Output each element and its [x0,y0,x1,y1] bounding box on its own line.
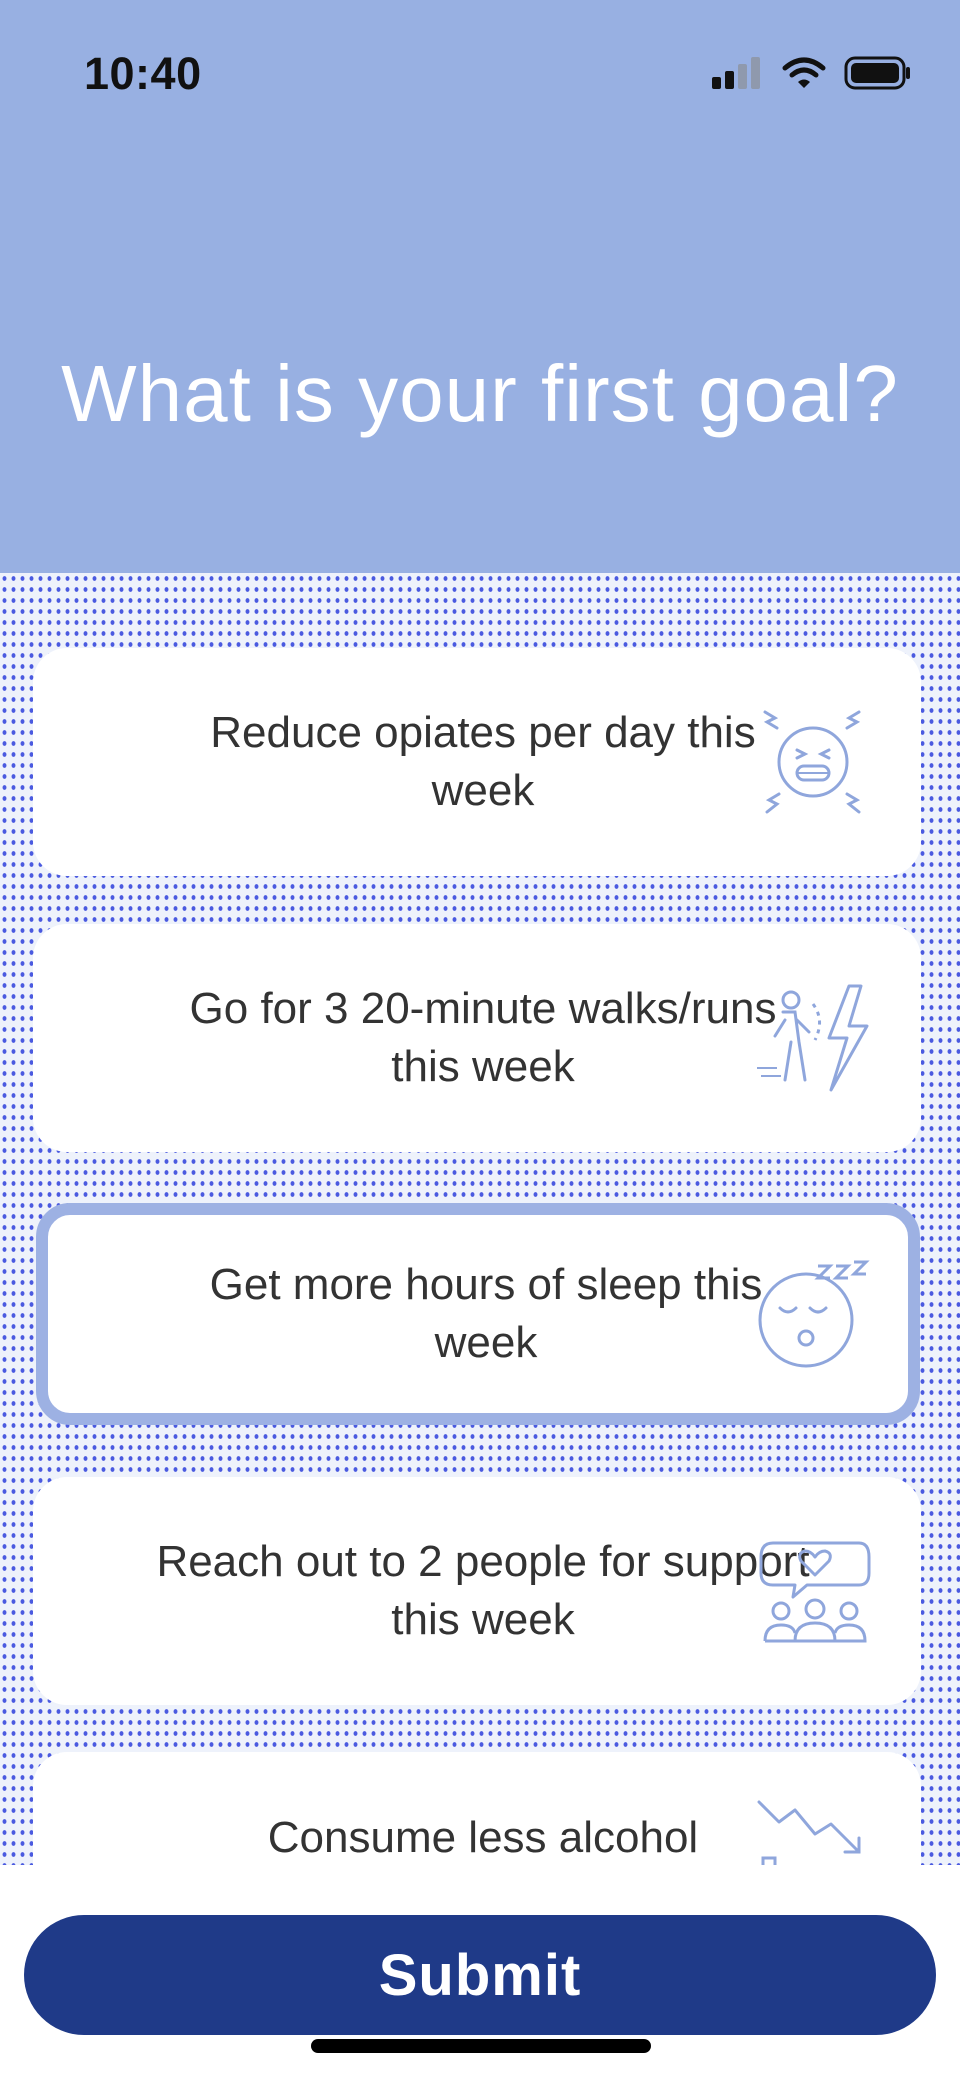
page-title: What is your first goal? [61,349,899,438]
sleeping-face-icon [758,1260,870,1368]
submit-button[interactable]: Submit [24,1915,936,2035]
status-time: 10:40 [84,48,202,99]
goal-card-reach-out[interactable]: Reach out to 2 people for support this w… [33,1477,921,1705]
cellular-signal-icon [712,57,760,89]
runner-energy-icon [757,984,869,1092]
goal-card-sleep[interactable]: Get more hours of sleep this week [36,1203,920,1425]
goal-label: Reduce opiates per day this week [210,708,756,815]
goal-label: Go for 3 20-minute walks/runs this week [189,984,777,1091]
status-icons [712,56,912,90]
goal-label: Consume less alcohol [267,1813,699,1862]
goal-list[interactable]: Reduce opiates per day this week Go for … [0,573,960,1865]
header: 10:40 What is your first goal? [0,0,960,573]
goal-card-less-alcohol[interactable]: Consume less alcohol [33,1752,921,1865]
decline-chart-icon [757,1800,861,1865]
battery-icon [844,56,910,90]
stressed-face-icon [763,710,861,814]
goal-card-reduce-opiates[interactable]: Reduce opiates per day this week [33,648,921,876]
wifi-icon [782,57,826,88]
support-group-icon [759,1541,871,1643]
home-indicator [311,2039,651,2053]
goal-label: Get more hours of sleep this week [209,1260,763,1367]
goal-card-walks-runs[interactable]: Go for 3 20-minute walks/runs this week [33,924,921,1152]
goal-label: Reach out to 2 people for support this w… [156,1537,810,1644]
